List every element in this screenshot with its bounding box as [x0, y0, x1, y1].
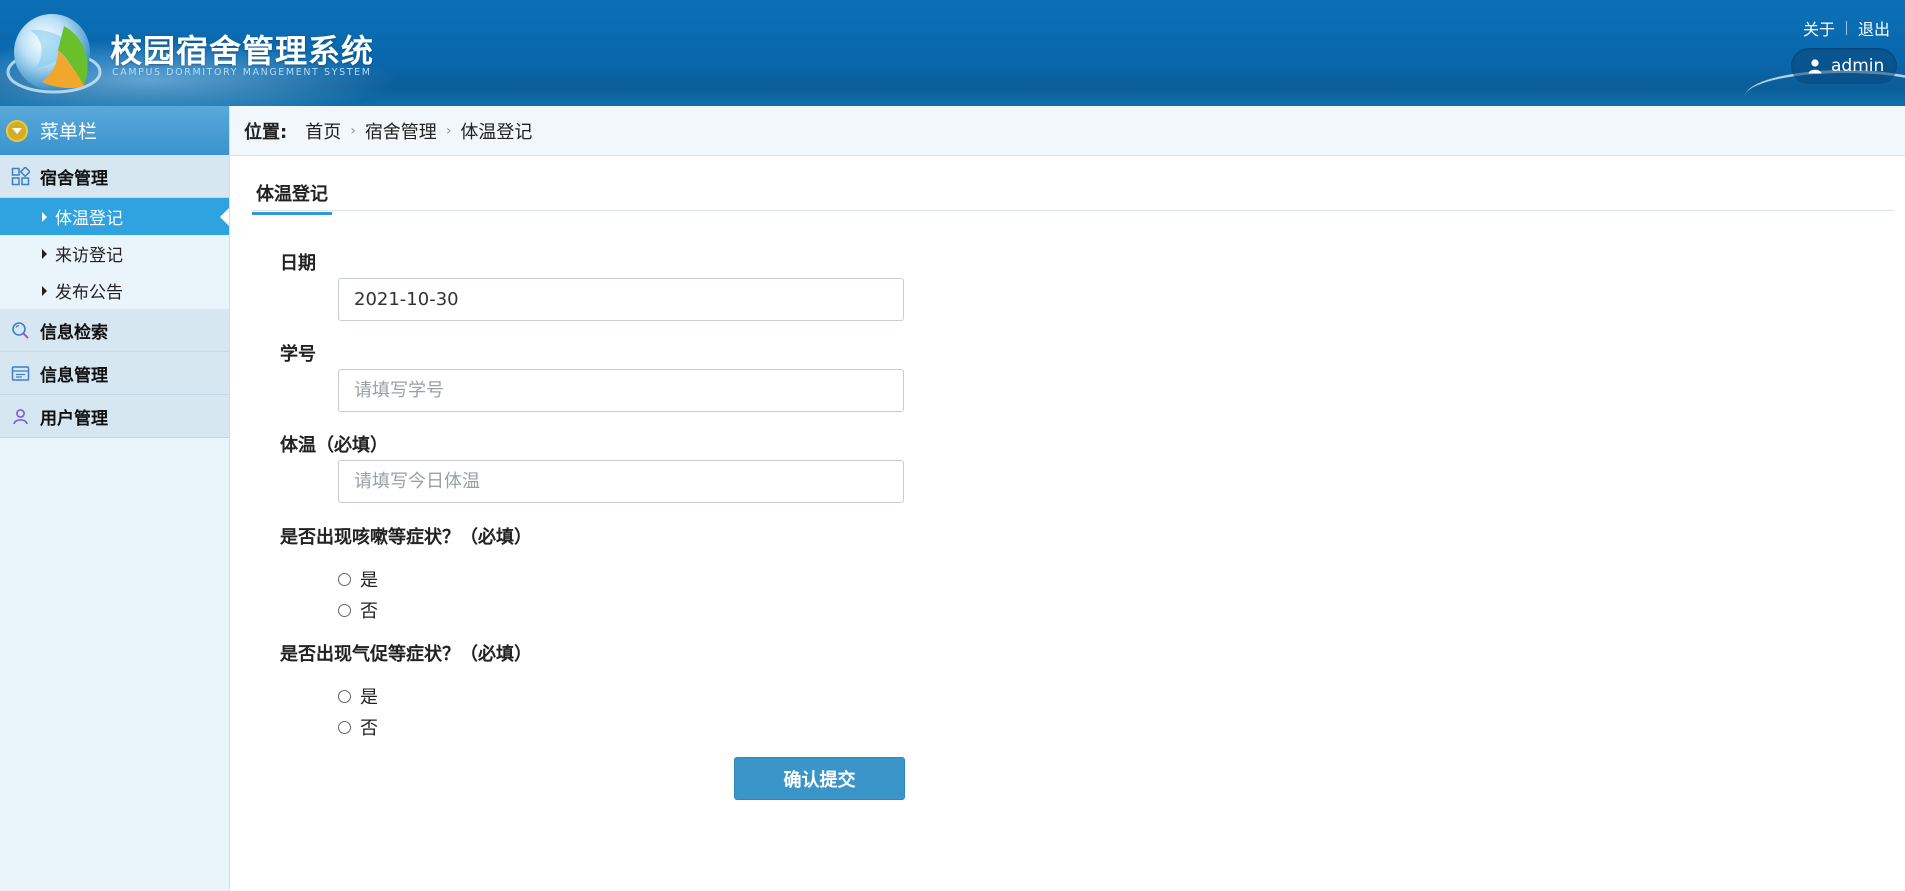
date-label: 日期: [280, 253, 316, 274]
sidebar-group-label: 信息检索: [40, 322, 108, 343]
sidebar: 菜单栏 宿舍管理 体温登记 来访登记 发布公告 信息检索 信息管理 用户管理: [0, 106, 230, 891]
app-title: 校园宿舍管理系统: [110, 32, 375, 70]
breath-question: 是否出现气促等症状？（必填）: [280, 644, 532, 665]
tab-divider: [252, 210, 1894, 211]
breath-no-radio[interactable]: [338, 720, 351, 734]
link-divider: [1845, 21, 1847, 35]
student-id-input[interactable]: [338, 369, 904, 412]
breadcrumb-current: 体温登记: [460, 121, 533, 143]
globe-logo-icon: [6, 14, 102, 94]
temperature-input[interactable]: [338, 460, 904, 503]
caret-right-icon: [42, 211, 47, 222]
search-icon: [12, 321, 29, 339]
option-label: 否: [360, 718, 378, 739]
sidebar-item-label: 体温登记: [55, 209, 123, 229]
menu-title: 菜单栏: [40, 121, 98, 143]
sidebar-group-label: 宿舍管理: [40, 168, 108, 189]
about-link[interactable]: 关于: [1803, 16, 1835, 40]
chevron-right-icon: ›: [445, 122, 452, 139]
user-icon: [1808, 59, 1822, 74]
sidebar-group-label: 信息管理: [40, 365, 108, 386]
breadcrumb: 位置: 首页 › 宿舍管理 › 体温登记: [230, 106, 1905, 156]
cough-yes-radio[interactable]: [338, 572, 351, 586]
grid-icon: [11, 166, 30, 185]
temperature-label: 体温（必填）: [280, 435, 388, 456]
sidebar-group-label: 用户管理: [40, 408, 108, 429]
chevron-down-icon: [6, 119, 28, 142]
menu-header[interactable]: 菜单栏: [0, 106, 229, 155]
sidebar-item-label: 发布公告: [55, 283, 123, 303]
app-subtitle: CAMPUS DORMITORY MANGEMENT SYSTEM: [112, 67, 372, 78]
option-label: 是: [360, 570, 378, 591]
cough-no-radio[interactable]: [338, 603, 351, 617]
date-field[interactable]: [338, 278, 904, 321]
app-header: 校园宿舍管理系统 CAMPUS DORMITORY MANGEMENT SYST…: [0, 0, 1905, 106]
sidebar-group-dorm[interactable]: 宿舍管理: [0, 155, 229, 198]
sidebar-group-users[interactable]: 用户管理: [0, 395, 229, 438]
breadcrumb-home[interactable]: 首页: [305, 118, 341, 144]
student-id-label: 学号: [280, 344, 316, 365]
logout-link[interactable]: 退出: [1858, 16, 1890, 40]
sidebar-item-visitor[interactable]: 来访登记: [0, 235, 229, 272]
panel-icon: [11, 365, 30, 381]
option-label: 否: [360, 601, 378, 622]
cough-question: 是否出现咳嗽等症状？（必填）: [280, 527, 532, 548]
sidebar-group-info[interactable]: 信息管理: [0, 352, 229, 395]
option-label: 是: [360, 687, 378, 708]
breadcrumb-label: 位置:: [244, 121, 288, 143]
cough-no-option[interactable]: 否: [338, 597, 378, 623]
breadcrumb-dorm[interactable]: 宿舍管理: [365, 118, 437, 144]
user-icon: [13, 408, 28, 424]
sidebar-item-temperature[interactable]: 体温登记: [0, 198, 229, 235]
caret-right-icon: [42, 285, 47, 296]
sidebar-group-search[interactable]: 信息检索: [0, 309, 229, 352]
chevron-right-icon: ›: [350, 122, 356, 139]
caret-right-icon: [42, 248, 47, 259]
user-badge[interactable]: admin: [1791, 48, 1897, 84]
breath-yes-radio[interactable]: [338, 689, 351, 703]
sidebar-item-label: 来访登记: [55, 246, 123, 266]
cough-yes-option[interactable]: 是: [338, 566, 378, 592]
user-name: admin: [1831, 56, 1885, 76]
breath-no-option[interactable]: 否: [338, 714, 378, 740]
submit-button[interactable]: 确认提交: [734, 757, 905, 800]
sidebar-item-notice[interactable]: 发布公告: [0, 272, 229, 309]
top-links: 关于 退出: [1803, 16, 1890, 40]
breath-yes-option[interactable]: 是: [338, 683, 378, 709]
